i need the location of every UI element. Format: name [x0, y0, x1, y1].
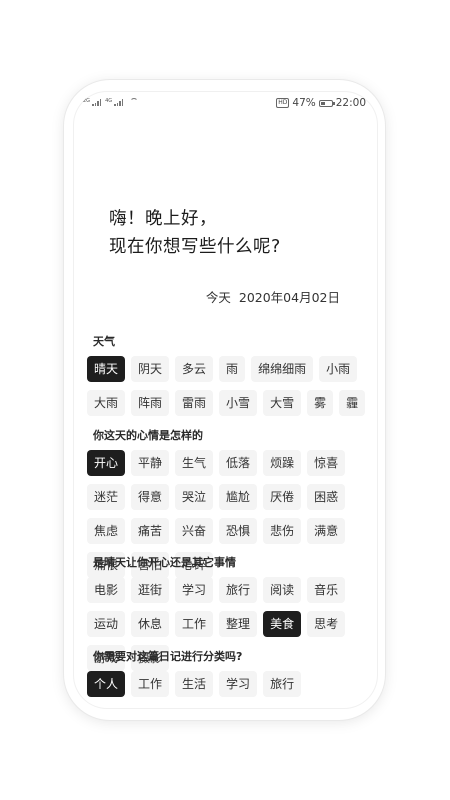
mood-chip[interactable]: 惊喜 — [307, 450, 346, 476]
weather-chip[interactable]: 霾 — [339, 390, 366, 416]
reason-chip[interactable]: 思考 — [307, 611, 346, 637]
today-label: 今天 — [205, 290, 231, 305]
status-right: HD 47% 22:00 — [276, 97, 366, 109]
reason-chip[interactable]: 阅读 — [263, 577, 302, 603]
reason-section-title: 是晴天让你开心还是其它事情 — [93, 556, 236, 569]
app-stage: 2G 4G HD 47% 22:00 嗨！晚上好， 现在你想写些什么呢? 今天 … — [0, 0, 450, 800]
weather-chip[interactable]: 大雨 — [87, 390, 126, 416]
signal-indicators: 2G 4G — [83, 98, 139, 106]
mood-chip[interactable]: 焦虑 — [87, 518, 126, 544]
mood-chip[interactable]: 烦躁 — [263, 450, 302, 476]
greeting-line-1: 嗨！晚上好， — [109, 209, 217, 229]
category-chip[interactable]: 生活 — [175, 671, 214, 697]
mood-chip[interactable]: 困惑 — [307, 484, 346, 510]
reason-chip[interactable]: 音乐 — [307, 577, 346, 603]
category-chip[interactable]: 个人 — [87, 671, 126, 697]
reason-chip[interactable]: 电影 — [87, 577, 126, 603]
weather-chip[interactable]: 雨 — [219, 356, 246, 382]
weather-chip[interactable]: 阴天 — [131, 356, 170, 382]
mood-chip[interactable]: 满意 — [307, 518, 346, 544]
mood-chip[interactable]: 兴奋 — [175, 518, 214, 544]
mood-chip[interactable]: 尴尬 — [219, 484, 258, 510]
weather-chip[interactable]: 晴天 — [87, 356, 126, 382]
mood-chip[interactable]: 厌倦 — [263, 484, 302, 510]
weather-chip[interactable]: 小雪 — [219, 390, 258, 416]
mood-chip[interactable]: 悲伤 — [263, 518, 302, 544]
mood-chip[interactable]: 恐惧 — [219, 518, 258, 544]
reason-chip[interactable]: 逛街 — [131, 577, 170, 603]
category-section-title: 你需要对这篇日记进行分类吗? — [93, 650, 243, 663]
signal-type-label: 2G — [83, 98, 91, 104]
mood-chip[interactable]: 痛苦 — [131, 518, 170, 544]
weather-chip[interactable]: 多云 — [175, 356, 214, 382]
battery-fill — [320, 101, 326, 105]
weather-chip-group: 晴天 阴天 多云雨绵绵细雨 小雨大雨 阵雨 雷雨 小雪 大雪雾霾 — [87, 356, 372, 416]
weather-section-title: 天气 — [93, 335, 115, 348]
category-chip[interactable]: 旅行 — [263, 671, 302, 697]
mood-chip[interactable]: 平静 — [131, 450, 170, 476]
hd-badge: HD — [276, 98, 290, 108]
weather-chip[interactable]: 大雪 — [263, 390, 302, 416]
status-bar: 2G 4G HD 47% 22:00 — [73, 91, 378, 115]
mood-chip[interactable]: 得意 — [131, 484, 170, 510]
weather-chip[interactable]: 雷雨 — [175, 390, 214, 416]
mood-section-title: 你这天的心情是怎样的 — [93, 429, 203, 442]
wifi-icon — [129, 98, 139, 106]
battery-percent: 47% — [292, 97, 316, 109]
category-chip[interactable]: 学习 — [219, 671, 258, 697]
weather-chip[interactable]: 雾 — [307, 390, 334, 416]
mood-chip[interactable]: 低落 — [219, 450, 258, 476]
signal-strength-icon: 4G — [105, 98, 124, 106]
date-value: 2020年04月02日 — [238, 290, 340, 305]
signal-strength-icon: 2G — [83, 98, 102, 106]
greeting-line-2: 现在你想写些什么呢? — [109, 237, 281, 257]
phone-screen: 2G 4G HD 47% 22:00 嗨！晚上好， 现在你想写些什么呢? 今天 … — [73, 91, 378, 709]
reason-chip[interactable]: 美食 — [263, 611, 302, 637]
category-chip-group: 个人 工作 生活 学习 旅行 — [87, 671, 372, 697]
weather-chip[interactable]: 阵雨 — [131, 390, 170, 416]
reason-chip[interactable]: 整理 — [219, 611, 258, 637]
weather-chip[interactable]: 小雨 — [319, 356, 358, 382]
clock-time: 22:00 — [335, 97, 366, 109]
reason-chip[interactable]: 运动 — [87, 611, 126, 637]
signal-type-label: 4G — [105, 98, 113, 104]
date-row[interactable]: 今天 2020年04月02日 — [206, 287, 340, 306]
mood-chip[interactable]: 哭泣 — [175, 484, 214, 510]
reason-chip[interactable]: 学习 — [175, 577, 214, 603]
mood-chip[interactable]: 迷茫 — [87, 484, 126, 510]
mood-chip[interactable]: 开心 — [87, 450, 126, 476]
reason-chip[interactable]: 旅行 — [219, 577, 258, 603]
reason-chip[interactable]: 工作 — [175, 611, 214, 637]
battery-icon — [318, 99, 335, 107]
reason-chip[interactable]: 休息 — [131, 611, 170, 637]
category-chip[interactable]: 工作 — [131, 671, 170, 697]
mood-chip[interactable]: 生气 — [175, 450, 214, 476]
greeting-text: 嗨！晚上好， 现在你想写些什么呢? — [109, 205, 281, 261]
weather-chip[interactable]: 绵绵细雨 — [251, 356, 314, 382]
